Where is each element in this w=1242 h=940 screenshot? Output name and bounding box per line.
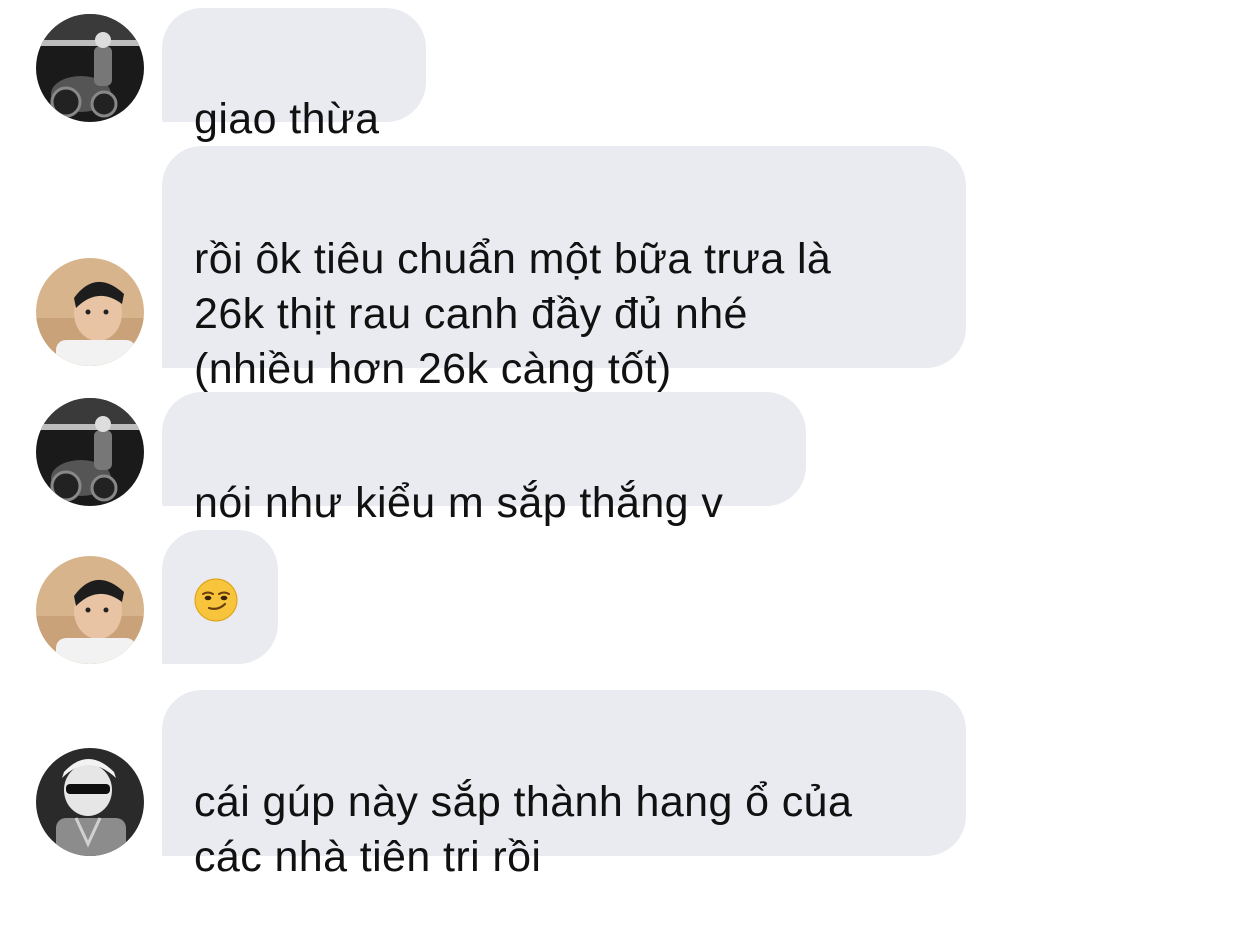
avatar-image bbox=[36, 398, 144, 506]
message-bubble[interactable]: giao thừa bbox=[162, 8, 426, 143]
avatar-user-a[interactable] bbox=[36, 14, 144, 122]
chat-thread: giao thừa rồi ôk tiêu chuẩn một bữa trưa… bbox=[0, 0, 1242, 881]
avatar-user-b[interactable] bbox=[36, 258, 144, 366]
message-bubble[interactable]: rồi ôk tiêu chuẩn một bữa trưa là 26k th… bbox=[162, 146, 966, 393]
message-text: cái gúp này sắp thành hang ổ của các nhà… bbox=[194, 778, 853, 881]
message-text: rồi ôk tiêu chuẩn một bữa trưa là 26k th… bbox=[194, 235, 832, 393]
message-bubble[interactable]: cái gúp này sắp thành hang ổ của các nhà… bbox=[162, 690, 966, 881]
avatar-user-a[interactable] bbox=[36, 398, 144, 506]
smirking-face-icon bbox=[194, 578, 238, 622]
message-text: giao thừa bbox=[194, 95, 380, 143]
avatar-user-c[interactable] bbox=[36, 748, 144, 856]
message-bubble[interactable]: nói như kiểu m sắp thắng v bbox=[162, 392, 806, 527]
avatar-image bbox=[36, 556, 144, 664]
avatar-user-b[interactable] bbox=[36, 556, 144, 664]
avatar-image bbox=[36, 748, 144, 856]
avatar-image bbox=[36, 258, 144, 366]
message-bubble[interactable] bbox=[162, 530, 278, 664]
avatar-image bbox=[36, 14, 144, 122]
message-text: nói như kiểu m sắp thắng v bbox=[194, 479, 724, 527]
